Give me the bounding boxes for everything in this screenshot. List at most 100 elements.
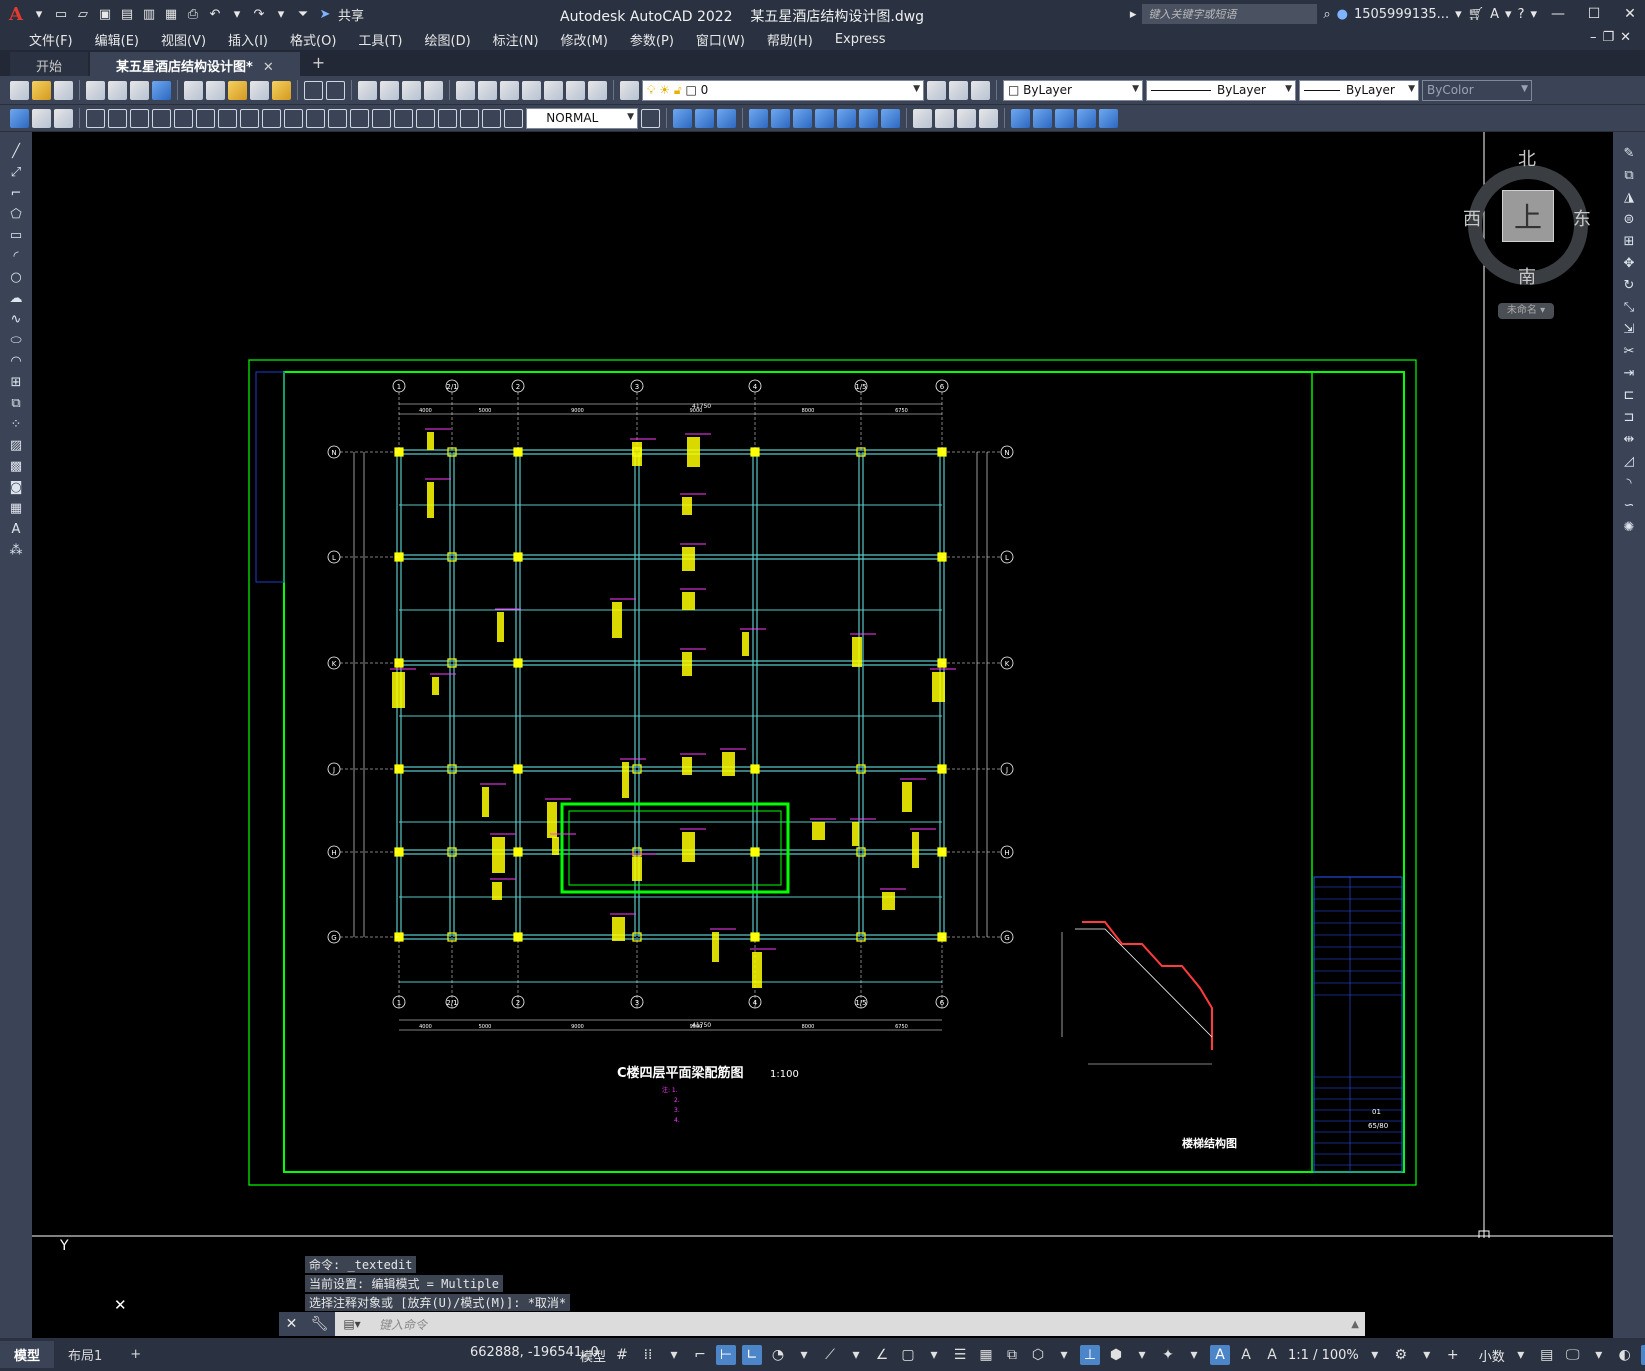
help-icon[interactable]: ?	[1518, 7, 1525, 22]
selection-filter-dropdown-icon[interactable]: ▾	[1132, 1345, 1152, 1365]
user-icon[interactable]: ●	[1337, 7, 1348, 22]
stretch-icon[interactable]: ⇲	[1620, 320, 1638, 338]
share-icon[interactable]: ➤	[316, 5, 334, 23]
tolerance-icon[interactable]	[372, 108, 391, 128]
table-icon[interactable]: ▦	[7, 499, 25, 517]
trim-icon[interactable]: ✂	[1620, 342, 1638, 360]
viewcube-west[interactable]: 西	[1463, 205, 1481, 231]
zoom-realtime-icon[interactable]	[380, 80, 399, 100]
menu-help[interactable]: 帮助(H)	[756, 30, 824, 49]
blend-curves-icon[interactable]: ∽	[1620, 496, 1638, 514]
ortho-icon[interactable]: ∟	[742, 1345, 763, 1365]
modify-icon[interactable]	[1099, 108, 1118, 128]
modify-icon[interactable]	[815, 108, 834, 128]
gradient-icon[interactable]: ▩	[7, 457, 25, 475]
make-layer-current-icon[interactable]	[927, 80, 946, 100]
hardware-acceleration-icon[interactable]: ◉	[1640, 1345, 1645, 1365]
multiline-text-icon[interactable]: A	[7, 520, 25, 538]
menu-format[interactable]: 格式(O)	[279, 30, 347, 49]
infer-constraints-icon[interactable]: ⌐	[690, 1345, 710, 1365]
viewcube-south[interactable]: 南	[1518, 263, 1536, 289]
isolate-objects-icon[interactable]: ◐	[1615, 1345, 1635, 1365]
isodraft-icon[interactable]: ⟋	[820, 1345, 840, 1365]
rectangle-icon[interactable]: ▭	[7, 226, 25, 244]
cart-icon[interactable]: 🛒︎	[1468, 7, 1485, 22]
polar-dropdown-icon[interactable]: ▾	[794, 1345, 814, 1365]
arc-length-icon[interactable]	[130, 108, 149, 128]
modify-icon[interactable]	[673, 108, 692, 128]
save-toolbar-icon[interactable]	[54, 80, 73, 100]
help-dropdown-icon[interactable]: ▾	[1530, 7, 1537, 22]
menu-parametric[interactable]: 参数(P)	[619, 30, 685, 49]
dimension-style-icon[interactable]	[641, 108, 660, 128]
make-block-icon[interactable]: ⧉	[7, 394, 25, 412]
menu-dimension[interactable]: 标注(N)	[482, 30, 550, 49]
linetype-dropdown[interactable]: ByLayer ▼	[1146, 79, 1296, 101]
break-icon[interactable]: ⊐	[1620, 408, 1638, 426]
inspection-icon[interactable]	[416, 108, 435, 128]
point-icon[interactable]: ⁘	[7, 415, 25, 433]
zoom-window-icon[interactable]	[402, 80, 421, 100]
annotation-visibility-icon[interactable]: A	[1210, 1345, 1231, 1365]
break-at-point-icon[interactable]: ⊏	[1620, 386, 1638, 404]
command-history-toggle-icon[interactable]: ▲	[1351, 1319, 1365, 1330]
annotation-scale-icon[interactable]: A	[1262, 1345, 1282, 1365]
3d-osnap-icon[interactable]: ⬡	[1028, 1345, 1048, 1365]
viewcube-top-face[interactable]: 上	[1502, 190, 1554, 242]
pan-icon[interactable]	[358, 80, 377, 100]
fillet-icon[interactable]: ◝	[1620, 474, 1638, 492]
autocad-logo-icon[interactable]: A	[6, 4, 26, 25]
copy-icon[interactable]	[206, 80, 225, 100]
open-icon[interactable]	[32, 80, 51, 100]
arc-icon[interactable]: ◜	[7, 247, 25, 265]
quickcalc-icon[interactable]	[566, 80, 585, 100]
layer-state-icon[interactable]	[971, 80, 990, 100]
dynamic-input-icon[interactable]: ⊢	[716, 1345, 737, 1365]
app-menu-chevron-icon[interactable]: ▾	[30, 5, 48, 23]
modify-icon[interactable]	[935, 108, 954, 128]
menu-window[interactable]: 窗口(W)	[685, 30, 756, 49]
erase-icon[interactable]: ✎	[1620, 144, 1638, 162]
export-icon[interactable]: ▦	[162, 5, 180, 23]
ellipse-icon[interactable]: ⬭	[7, 331, 25, 349]
units-dropdown-icon[interactable]: ▾	[1511, 1345, 1531, 1365]
redo-toolbar-icon[interactable]	[326, 80, 345, 100]
doc-minimize-icon[interactable]: –	[1590, 30, 1603, 45]
plotstyle-dropdown[interactable]: ByColor ▼	[1422, 79, 1532, 101]
modify-icon[interactable]	[749, 108, 768, 128]
undo-toolbar-icon[interactable]	[304, 80, 323, 100]
mirror-icon[interactable]: ◮	[1620, 188, 1638, 206]
selection-filter-icon[interactable]: ⬢	[1106, 1345, 1126, 1365]
spline-icon[interactable]: ∿	[7, 310, 25, 328]
modify-icon[interactable]	[881, 108, 900, 128]
radius-icon[interactable]	[174, 108, 193, 128]
save-as-icon[interactable]: ▤	[118, 5, 136, 23]
workspace-dropdown-icon[interactable]: ▾	[1417, 1345, 1437, 1365]
layer-previous-icon[interactable]	[949, 80, 968, 100]
tool-icon[interactable]	[10, 108, 29, 128]
add-layout-icon[interactable]: +	[116, 1343, 155, 1366]
sheet-set-icon[interactable]	[522, 80, 541, 100]
tab-close-icon[interactable]: ✕	[263, 60, 274, 75]
menu-file[interactable]: 文件(F)	[18, 30, 84, 49]
publish-toolbar-icon[interactable]	[130, 80, 149, 100]
viewcube[interactable]: 北 南 西 东 上 未命名 ▾	[1430, 145, 1610, 325]
annotation-monitor-icon[interactable]: +	[1443, 1345, 1463, 1365]
grid-icon[interactable]: #	[612, 1345, 632, 1365]
new-file-icon[interactable]: ▭	[52, 5, 70, 23]
quick-properties-icon[interactable]: ▤	[1537, 1345, 1557, 1365]
autodesk-a360-icon[interactable]: A	[1490, 7, 1499, 22]
dimension-style-dropdown[interactable]: NORMAL ▼	[526, 107, 638, 129]
lock-ui-icon[interactable]: 🖵︎	[1563, 1345, 1583, 1365]
menu-insert[interactable]: 插入(I)	[217, 30, 279, 49]
rotate-icon[interactable]: ↻	[1620, 276, 1638, 294]
diameter-icon[interactable]	[218, 108, 237, 128]
transparency-icon[interactable]: ▦	[976, 1345, 996, 1365]
command-customize-icon[interactable]: 🔧︎	[311, 1316, 329, 1332]
a360-dropdown-icon[interactable]: ▾	[1505, 7, 1512, 22]
annotation-scale-value[interactable]: 1:1 / 100%	[1288, 1348, 1359, 1363]
layer-properties-icon[interactable]	[620, 80, 639, 100]
construction-line-icon[interactable]: ⤢	[7, 163, 25, 181]
help-toolbar-icon[interactable]	[588, 80, 607, 100]
menu-edit[interactable]: 编辑(E)	[84, 30, 150, 49]
